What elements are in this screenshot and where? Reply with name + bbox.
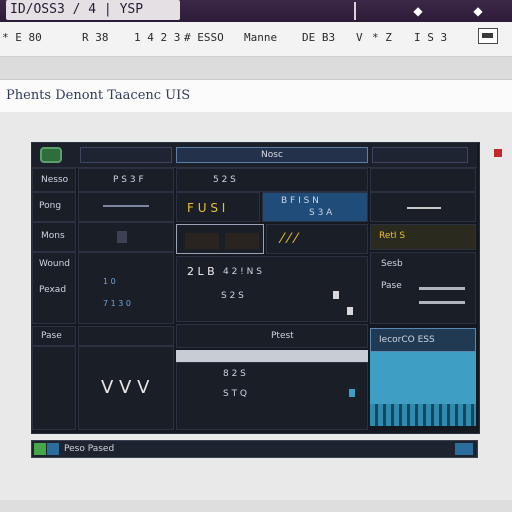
center-footer-label: Ptest [271, 331, 294, 341]
col2-cell [78, 192, 174, 222]
center-mid-value: 2 L B [187, 265, 215, 278]
wave-label: V V V [101, 377, 150, 398]
page-title: Phents Denont Taacenc UIS [6, 88, 191, 103]
menu-item[interactable]: Manne [244, 31, 277, 44]
center-blue-cell: B F I S N S 3 A [262, 192, 368, 222]
diamond-icon[interactable]: ◆ [470, 4, 486, 18]
left-cell: Wound Pexad [32, 252, 76, 324]
close-icon[interactable] [494, 149, 502, 157]
image-tile[interactable] [176, 224, 264, 254]
center-header: 5 2 S [176, 168, 368, 192]
list-item: 1 0 [103, 277, 116, 286]
status-label: Peso Pased [64, 444, 115, 454]
wave-cell: V V V [78, 346, 174, 430]
window-toggle-button[interactable] [478, 28, 498, 44]
progress-line [419, 301, 465, 304]
list-item: 7 1 3 0 [103, 299, 131, 308]
indicator [333, 291, 339, 299]
right-cell [370, 168, 476, 192]
image-thumb [225, 233, 259, 249]
menu-item[interactable]: I S 3 [414, 31, 447, 44]
center-top-value: B F I S N [281, 196, 319, 206]
left-cell: Pong [32, 192, 76, 222]
wifi-icon[interactable]: ◆ [410, 4, 426, 18]
center-mid-value: S 2 S [221, 291, 244, 301]
center-yellow-cell: F U S I [176, 192, 260, 222]
status-bar: Peso Pased [31, 440, 478, 458]
menu-item[interactable]: 1 4 2 3 [134, 31, 180, 44]
bar-strip [370, 404, 476, 426]
col2-cell [78, 326, 174, 346]
right-yellow-cell: RetI S [370, 224, 476, 250]
tab-active-label: Nosc [261, 150, 283, 160]
title-separator [354, 2, 356, 20]
menu-item[interactable]: # ESSO [184, 31, 224, 44]
menu-item[interactable]: R 38 [82, 31, 109, 44]
status-action-button[interactable] [455, 443, 473, 455]
center-bottom-value: 8 2 S [223, 369, 246, 379]
left-cell [32, 346, 76, 430]
subtitle-bar: Phents Denont Taacenc UIS [0, 79, 512, 113]
menu-item[interactable]: V [356, 31, 363, 44]
col2-list: 1 0 7 1 3 0 [78, 252, 174, 324]
right-box-title: IecorCO ESS [379, 335, 435, 345]
left-cell: Nesso [32, 168, 76, 192]
tab-right[interactable] [372, 147, 468, 163]
checkbox[interactable] [117, 231, 127, 243]
left-label: Wound [39, 259, 70, 269]
col2-header: P S 3 F [78, 168, 174, 192]
col2-header-label: P S 3 F [113, 175, 144, 185]
right-box-title-cell: IecorCO ESS [370, 328, 476, 352]
menu-item[interactable]: * E 80 [2, 31, 42, 44]
center-mid-value: 4 2 ! N S [223, 267, 262, 277]
left-cell: Pase [32, 326, 76, 346]
menu-item[interactable]: * Z [372, 31, 392, 44]
left-label: Pase [41, 331, 62, 341]
scrollbar[interactable] [176, 350, 368, 362]
center-header-label: 5 2 S [213, 175, 236, 185]
menu-item[interactable]: DE B3 [302, 31, 335, 44]
tab-active[interactable]: Nosc [176, 147, 368, 163]
center-bottom-value: S T Q [223, 389, 248, 399]
center-top-value: F U S I [187, 201, 226, 215]
tab-left[interactable] [80, 147, 172, 163]
center-mid-cell: 2 L B 4 2 ! N S S 2 S [176, 256, 368, 322]
right-cell [370, 192, 476, 222]
status-green-icon [34, 443, 46, 455]
divider [407, 207, 441, 209]
right-label: Sesb [381, 259, 403, 269]
menu-bar: * E 80 R 38 1 4 2 3 # ESSO Manne DE B3 V… [0, 22, 512, 57]
right-list-cell: Sesb Pase [370, 252, 476, 324]
center-footer-cell: Ptest [176, 324, 368, 348]
left-label: Pexad [39, 285, 67, 295]
app-logo-icon [40, 147, 62, 163]
left-label: Mons [41, 231, 65, 241]
right-label: Pase [381, 281, 402, 291]
left-label: Nesso [41, 175, 69, 185]
panel-header: Nosc [32, 143, 502, 168]
indicator [347, 307, 353, 315]
left-label: Pong [39, 201, 62, 211]
bottom-strip [0, 500, 512, 512]
indicator [349, 389, 355, 397]
right-label: RetI S [379, 231, 406, 241]
swoosh-icon: ⁄ ⁄ ⁄ [281, 231, 297, 247]
bar-graph [370, 352, 476, 404]
center-bottom-cell: 8 2 S S T Q [176, 362, 368, 430]
toolbar-gap [0, 57, 512, 79]
image-thumb [185, 233, 219, 249]
center-swoosh-cell: ⁄ ⁄ ⁄ [266, 224, 368, 254]
title-bar: ID/OSS3 / 4 | YSP ◆ ◆ [0, 0, 512, 22]
divider [103, 205, 149, 207]
progress-line [419, 287, 465, 290]
center-top-value: S 3 A [309, 208, 333, 218]
col2-cell [78, 222, 174, 252]
window-title: ID/OSS3 / 4 | YSP [6, 0, 180, 20]
status-blue-icon [47, 443, 59, 455]
left-cell: Mons [32, 222, 76, 252]
